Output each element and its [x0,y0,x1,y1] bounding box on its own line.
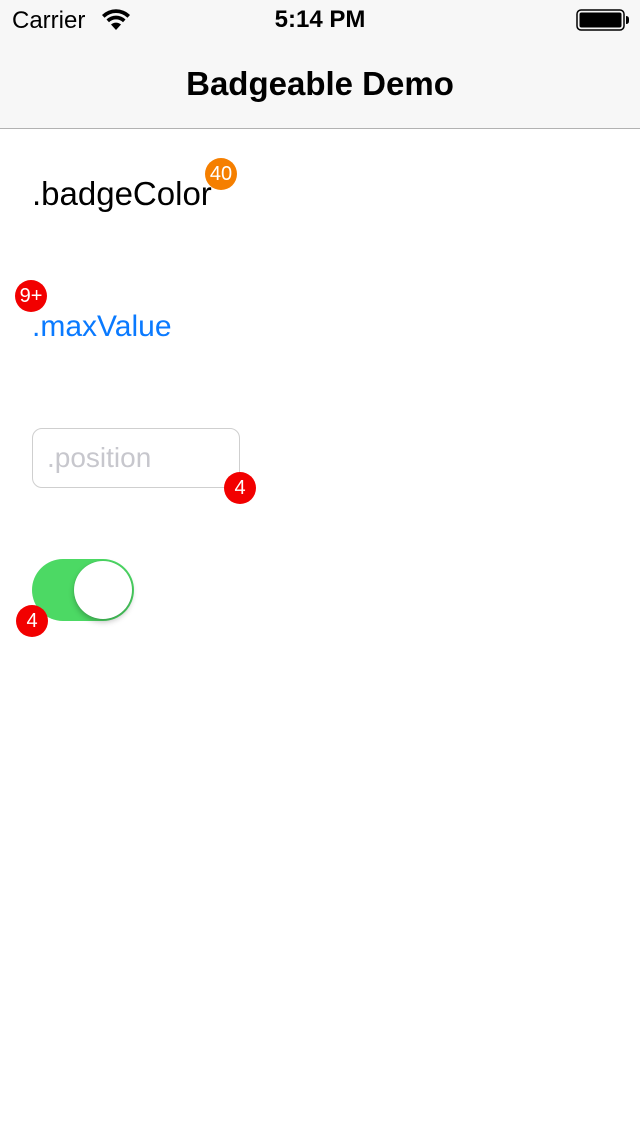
status-bar: Carrier 5:14 PM [0,0,640,40]
top-bars: Carrier 5:14 PM Badgeable Demo [0,0,640,129]
toggle-switch[interactable] [32,559,134,621]
max-value-button[interactable]: .maxValue [32,307,172,347]
nav-title: Badgeable Demo [186,65,454,102]
screen: Carrier 5:14 PM Badgeable Demo .badgeCol… [0,0,640,1136]
position-text-field[interactable] [32,428,240,488]
max-value-badge: 9+ [15,280,47,312]
battery-icon [576,9,629,31]
switch-badge: 4 [16,605,48,637]
switch-knob [74,561,132,619]
position-field-badge: 4 [224,472,256,504]
badge-color-label: .badgeColor [32,175,212,212]
clock: 5:14 PM [274,6,366,33]
badge-color-badge: 40 [205,158,237,190]
